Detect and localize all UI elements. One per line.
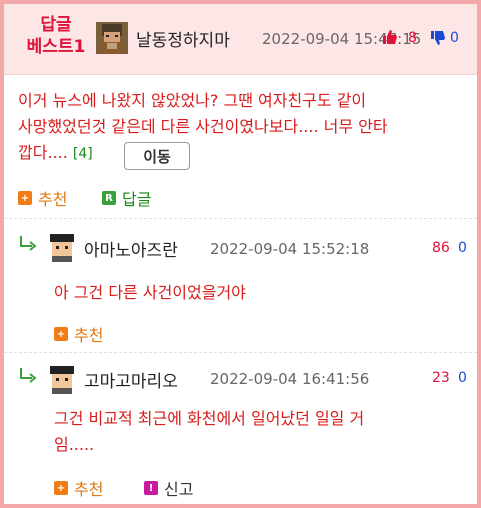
comment-body-line: 그건 비교적 최근에 화천에서 일어났던 일일 거: [54, 409, 365, 428]
best-reply-badge: 답글 베스트1: [16, 14, 96, 58]
user-avatar-icon: [46, 362, 78, 394]
comment-author[interactable]: 고마고마리오: [84, 367, 178, 392]
thumbs-up-icon: [383, 30, 397, 44]
best-comment-header: 답글 베스트1 날동정하지마 2022-09-04 15:47:15 8 0: [4, 4, 477, 75]
down-count: 0: [450, 30, 459, 46]
divider: [4, 352, 477, 353]
reply-icon: R: [102, 191, 116, 205]
recommend-label: 추천: [74, 326, 104, 345]
recommend-label: 추천: [74, 480, 104, 499]
up-count: 8: [408, 30, 417, 46]
avatar[interactable]: [46, 362, 78, 394]
comment-datetime: 2022-09-04 15:52:18: [210, 240, 370, 258]
recommend-label: 추천: [38, 190, 68, 209]
recommend-button[interactable]: + 추천: [54, 322, 103, 346]
plus-icon: +: [18, 191, 32, 205]
best-badge-line1: 답글: [40, 15, 72, 35]
comment-body-line: 이거 뉴스에 나왔지 않았었나? 그땐 여자친구도 같이: [18, 91, 367, 110]
reply-arrow-icon: [20, 236, 37, 251]
plus-icon: +: [54, 481, 68, 495]
comment-author[interactable]: 날동정하지마: [136, 26, 230, 51]
user-avatar-icon: [46, 230, 78, 262]
reply-button[interactable]: R 답글: [102, 186, 151, 210]
recommend-button[interactable]: + 추천: [18, 186, 67, 210]
best-badge-line2: 베스트1: [26, 37, 86, 57]
reply-count[interactable]: [4]: [73, 146, 93, 162]
dwarf-avatar-icon: [96, 22, 128, 54]
up-count[interactable]: 23: [432, 370, 450, 386]
up-count[interactable]: 86: [432, 240, 450, 256]
down-count[interactable]: 0: [458, 240, 467, 256]
thumbs-down-button[interactable]: [430, 30, 446, 50]
comment-panel: 답글 베스트1 날동정하지마 2022-09-04 15:47:15 8 0 이…: [0, 0, 481, 508]
plus-icon: +: [54, 327, 68, 341]
avatar[interactable]: [96, 22, 128, 54]
comment-body-line: 임.....: [54, 435, 95, 454]
comment-author[interactable]: 아마노아즈란: [84, 236, 178, 261]
comment-body: 이거 뉴스에 나왔지 않았었나? 그땐 여자친구도 같이 사망했었던것 같은데 …: [18, 88, 388, 167]
move-button[interactable]: 이동: [124, 142, 190, 170]
avatar[interactable]: [46, 230, 78, 262]
report-button[interactable]: ! 신고: [144, 476, 193, 500]
recommend-button[interactable]: + 추천: [54, 476, 103, 500]
report-label: 신고: [164, 480, 194, 499]
down-count[interactable]: 0: [458, 370, 467, 386]
comment-body: 아 그건 다른 사건이었을거야: [54, 283, 246, 302]
comment-body-line: 깝다.... [4]: [18, 140, 388, 167]
divider: [4, 218, 477, 219]
comment-body-line: 사망했었던것 같은데 다른 사건이였나보다.... 너무 안타: [18, 117, 388, 136]
thumbs-down-icon: [431, 31, 445, 45]
reply-label: 답글: [122, 190, 152, 209]
reply-arrow-icon: [20, 368, 37, 383]
comment-body-text: 깝다....: [18, 143, 68, 162]
comment-datetime: 2022-09-04 16:41:56: [210, 370, 370, 388]
comment-body: 그건 비교적 최근에 화천에서 일어났던 일일 거 임.....: [54, 406, 364, 458]
thumbs-up-button[interactable]: [382, 29, 398, 49]
report-icon: !: [144, 481, 158, 495]
